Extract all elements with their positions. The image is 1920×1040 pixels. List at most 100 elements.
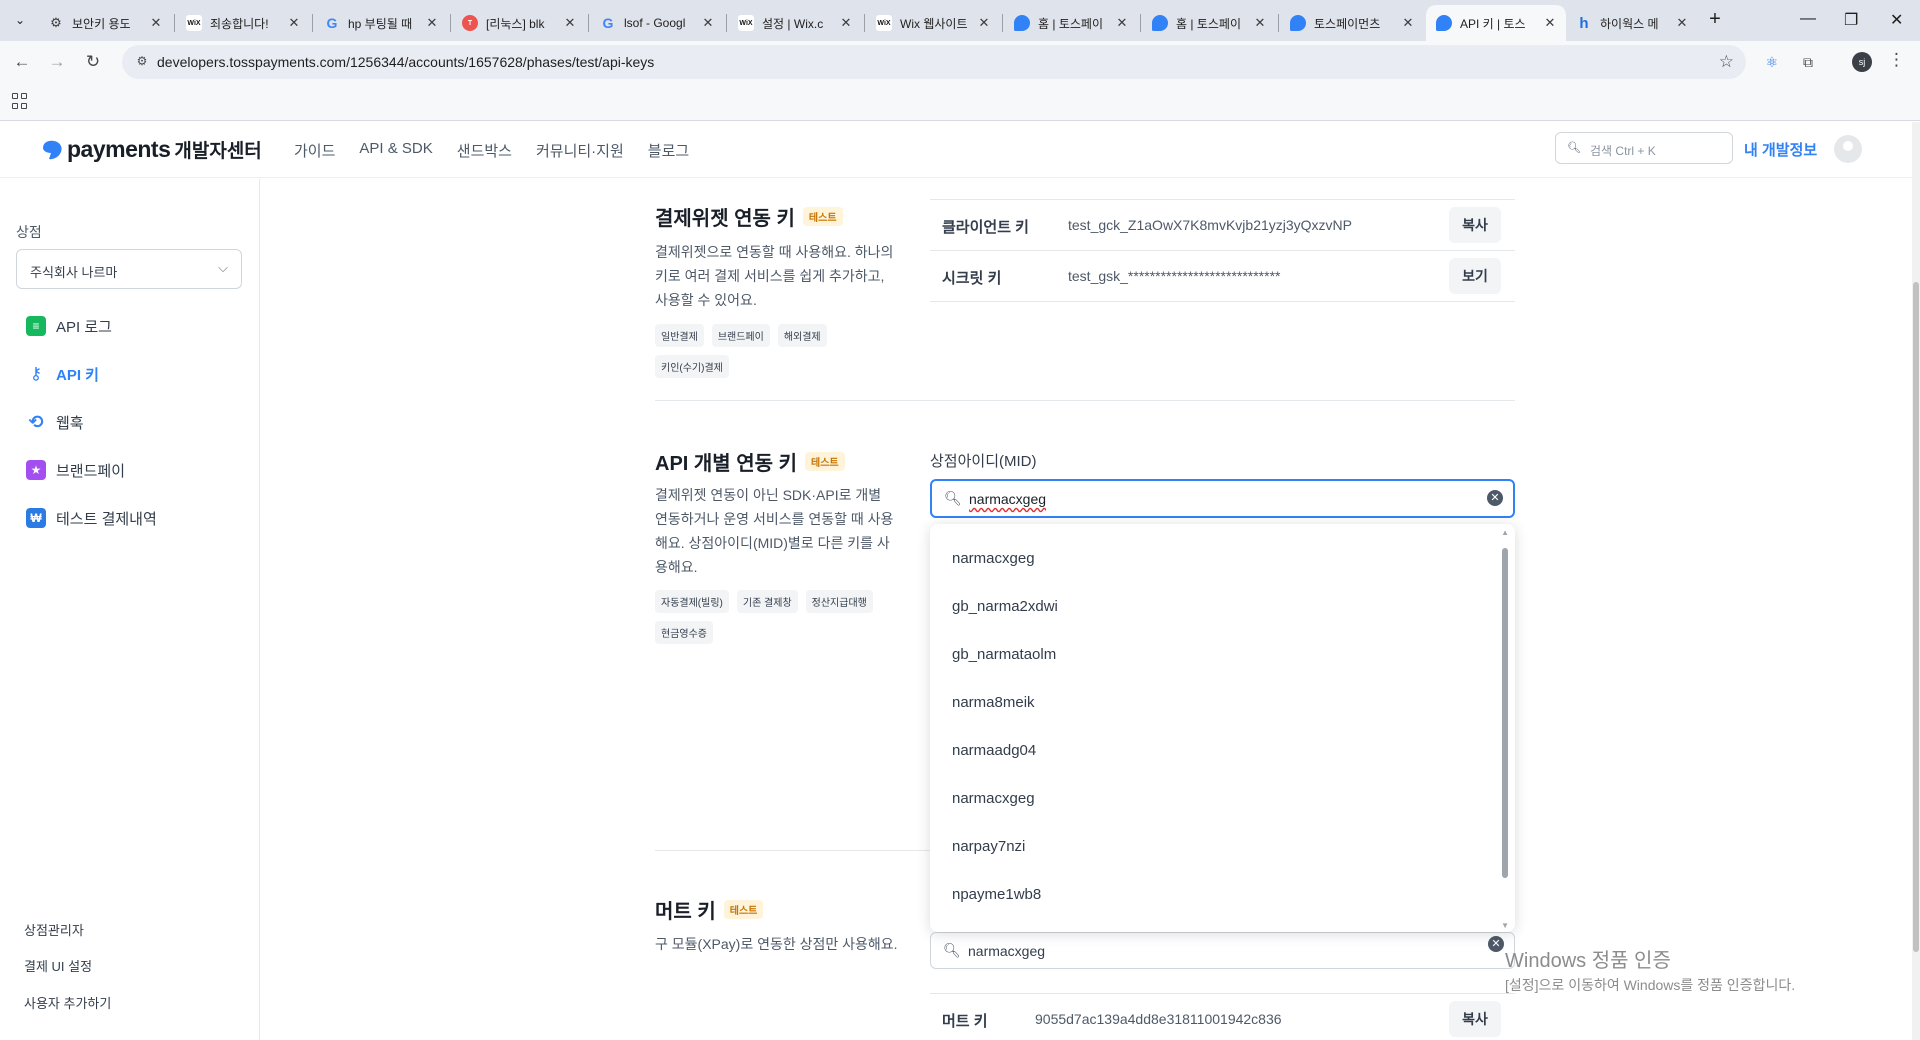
- bookmark-star-icon[interactable]: ☆: [1719, 52, 1734, 72]
- react-devtools-icon[interactable]: ⚛: [1762, 52, 1782, 72]
- close-tab-icon[interactable]: ✕: [1674, 15, 1690, 31]
- dropdown-option[interactable]: gb_narma2xdwi: [952, 598, 1058, 615]
- nav-community[interactable]: 커뮤니티·지원: [536, 140, 624, 161]
- dropdown-option[interactable]: gb_narmataolm: [952, 646, 1056, 663]
- back-arrow-icon[interactable]: ←: [10, 50, 34, 74]
- link-add-user[interactable]: 사용자 추가하기: [24, 993, 111, 1012]
- show-button[interactable]: 보기: [1449, 258, 1501, 294]
- browser-tab[interactable]: WiX Wix 웹사이트 ✕: [866, 5, 1000, 41]
- store-label: 상점: [16, 224, 42, 240]
- browser-tab[interactable]: T [리눅스] blk ✕: [452, 5, 586, 41]
- widget-section-description: 결제위젯으로 연동할 때 사용해요. 하나의 키로 여러 결제 서비스를 쉽게 …: [655, 244, 894, 308]
- reload-icon[interactable]: ↻: [81, 50, 105, 74]
- new-tab-plus-icon[interactable]: +: [1704, 9, 1726, 31]
- sidebar-item-api-log[interactable]: ≡ API 로그: [26, 314, 112, 338]
- my-dev-info-link[interactable]: 내 개발정보: [1744, 139, 1817, 160]
- sidebar-item-webhook[interactable]: ⟲ 웹훅: [26, 410, 84, 434]
- dropdown-scrollbar[interactable]: [1501, 532, 1509, 924]
- mute-section-description: 구 모듈(XPay)로 연동한 상점만 사용해요.: [655, 936, 898, 952]
- tab-title: Wix 웹사이트: [900, 16, 968, 31]
- close-tab-icon[interactable]: ✕: [1542, 15, 1558, 31]
- browser-tab[interactable]: 홈 | 토스페이 ✕: [1142, 5, 1276, 41]
- close-tab-icon[interactable]: ✕: [976, 15, 992, 31]
- dropdown-option[interactable]: npayme1wb8: [952, 886, 1041, 903]
- close-tab-icon[interactable]: ✕: [700, 15, 716, 31]
- mute-mid-value[interactable]: narmacxgeg: [968, 943, 1045, 959]
- link-store-admin[interactable]: 상점관리자: [24, 920, 84, 939]
- tab-search-chevron-icon[interactable]: ⌄: [8, 8, 32, 32]
- dropdown-option[interactable]: narpay7nzi: [952, 838, 1025, 855]
- browser-tab[interactable]: G hp 부팅될 때 ✕: [314, 5, 448, 41]
- tab-title: hp 부팅될 때: [348, 16, 413, 31]
- restore-icon[interactable]: ❐: [1844, 10, 1858, 30]
- close-tab-icon[interactable]: ✕: [148, 15, 164, 31]
- mid-label: 상점아이디(MID): [930, 453, 1037, 470]
- browser-tab[interactable]: 홈 | 토스페이 ✕: [1004, 5, 1138, 41]
- sidebar-item-api-key[interactable]: ⚷ API 키: [26, 362, 99, 386]
- site-search-input[interactable]: 🔍︎ 검색 Ctrl + K: [1555, 132, 1733, 164]
- clear-input-icon[interactable]: ✕: [1488, 936, 1504, 952]
- widget-section-title: 결제위젯 연동 키 테스트: [655, 202, 843, 231]
- mute-mid-input[interactable]: 🔍︎ narmacxgeg ✕: [930, 932, 1515, 969]
- close-window-icon[interactable]: ✕: [1890, 10, 1903, 30]
- page-scroll-thumb[interactable]: [1913, 282, 1919, 952]
- close-tab-icon[interactable]: ✕: [562, 15, 578, 31]
- url-text[interactable]: developers.tosspayments.com/1256344/acco…: [157, 54, 654, 70]
- clear-input-icon[interactable]: ✕: [1487, 490, 1503, 506]
- close-tab-icon[interactable]: ✕: [1252, 15, 1268, 31]
- minimize-icon[interactable]: —: [1800, 10, 1816, 28]
- forward-arrow-icon[interactable]: →: [45, 50, 69, 74]
- profile-avatar[interactable]: sj: [1852, 52, 1872, 72]
- nav-api-sdk[interactable]: API & SDK: [359, 140, 432, 161]
- apps-grid-icon[interactable]: [12, 93, 28, 109]
- api-section-description: 결제위젯 연동이 아닌 SDK·API로 개별 연동하거나 운영 서비스를 연동…: [655, 487, 894, 575]
- link-payment-ui-settings[interactable]: 결제 UI 설정: [24, 956, 92, 975]
- toss-payments-logo[interactable]: payments 개발자센터: [40, 136, 262, 163]
- widget-tags: 일반결제 브랜드페이 해외결제 키인(수기)결제: [655, 324, 915, 386]
- copy-button[interactable]: 복사: [1449, 207, 1501, 243]
- hiworks-icon: h: [1579, 14, 1589, 32]
- sidebar-item-brandpay[interactable]: ★ 브랜드페이: [26, 458, 125, 482]
- store-select[interactable]: 주식회사 나르마 ⌵: [16, 249, 242, 289]
- dropdown-option[interactable]: narmaadg04: [952, 742, 1036, 759]
- browser-tab-active[interactable]: API 키 | 토스 ✕: [1426, 5, 1566, 41]
- mute-section-title: 머트 키 테스트: [655, 895, 764, 924]
- nav-blog[interactable]: 블로그: [648, 140, 689, 161]
- key-label: 머트 키: [942, 1013, 988, 1030]
- close-tab-icon[interactable]: ✕: [838, 15, 854, 31]
- close-tab-icon[interactable]: ✕: [424, 15, 440, 31]
- sidebar-item-test-payments[interactable]: ₩ 테스트 결제내역: [26, 506, 157, 530]
- tag: 기존 결제창: [736, 590, 798, 613]
- user-avatar[interactable]: [1834, 135, 1862, 163]
- extensions-puzzle-icon[interactable]: ⧉: [1798, 52, 1818, 72]
- sidebar: 상점 주식회사 나르마 ⌵ ≡ API 로그 ⚷ API 키 ⟲ 웹훅 ★ 브랜…: [0, 179, 260, 1040]
- page-scrollbar[interactable]: [1912, 122, 1920, 1040]
- key-row-mute: 머트 키 9055d7ac139a4dd8e31811001942c836 복사: [930, 994, 1515, 1040]
- copy-button[interactable]: 복사: [1449, 1001, 1501, 1037]
- dropdown-option[interactable]: narma8meik: [952, 694, 1035, 711]
- site-info-icon[interactable]: ⚙: [134, 54, 150, 70]
- browser-tab[interactable]: G lsof - Googl ✕: [590, 5, 724, 41]
- omnibox[interactable]: ⚙ developers.tosspayments.com/1256344/ac…: [122, 45, 1746, 79]
- close-tab-icon[interactable]: ✕: [286, 15, 302, 31]
- sidebar-item-label: 웹훅: [56, 414, 84, 432]
- close-tab-icon[interactable]: ✕: [1114, 15, 1130, 31]
- scroll-down-arrow-icon[interactable]: ▼: [1501, 921, 1509, 930]
- mid-input-value[interactable]: narmacxgeg: [969, 491, 1046, 507]
- browser-menu-icon[interactable]: ⋮: [1888, 50, 1905, 70]
- dropdown-option[interactable]: narmacxgeg: [952, 550, 1035, 567]
- browser-tab[interactable]: WiX 죄송합니다! ✕: [176, 5, 310, 41]
- toss-logo-icon: [43, 140, 62, 159]
- mid-search-input[interactable]: 🔍︎ narmacxgeg ✕: [930, 479, 1515, 518]
- browser-tab[interactable]: ⚙ 보안키 용도 ✕: [38, 5, 172, 41]
- wix-icon: WiX: [186, 15, 202, 31]
- browser-tab[interactable]: WiX 설정 | Wix.c ✕: [728, 5, 862, 41]
- dropdown-option[interactable]: narmacxgeg: [952, 790, 1035, 807]
- browser-tab[interactable]: h 하이웍스 메 ✕: [1566, 5, 1698, 41]
- close-tab-icon[interactable]: ✕: [1400, 15, 1416, 31]
- dropdown-scroll-thumb[interactable]: [1502, 548, 1508, 878]
- address-bar-row: ← → ↻ ⚙ developers.tosspayments.com/1256…: [0, 41, 1920, 83]
- browser-tab[interactable]: 토스페이먼츠 ✕: [1280, 5, 1424, 41]
- nav-sandbox[interactable]: 샌드박스: [457, 140, 512, 161]
- nav-guide[interactable]: 가이드: [294, 140, 335, 161]
